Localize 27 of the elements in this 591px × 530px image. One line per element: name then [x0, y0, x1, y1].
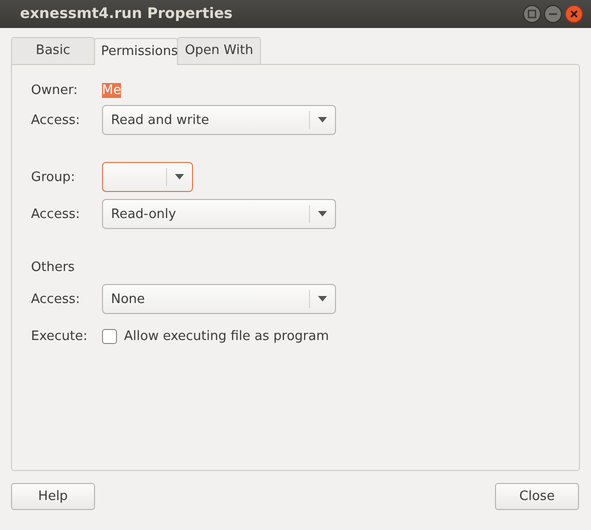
tab[interactable]: Basic [11, 37, 95, 64]
field-label: Access: [31, 206, 80, 222]
caret-icon [318, 117, 327, 123]
close-icon[interactable] [565, 5, 583, 23]
window-title: exnessmt4.run Properties [20, 6, 234, 22]
field-label: Access: [31, 292, 80, 306]
caret-icon [318, 211, 327, 217]
checkbox-label[interactable]: Allow executing file as program [124, 329, 329, 344]
tab[interactable]: Permissions [94, 38, 178, 65]
field-label: Access: [31, 112, 80, 128]
caret-icon [175, 174, 184, 180]
dropdown[interactable]: None [102, 284, 336, 314]
caret-icon [318, 296, 327, 302]
field-label: Group: [31, 170, 75, 184]
minimize-icon[interactable] [544, 5, 562, 23]
section-label: Others [31, 260, 75, 275]
close-button[interactable]: Close [495, 483, 579, 510]
field-label: Owner: [31, 83, 78, 98]
field-label: Execute: [31, 329, 88, 344]
checkbox[interactable] [102, 329, 117, 344]
dropdown[interactable]: Read-only [102, 199, 336, 229]
help-button[interactable]: Help [11, 483, 95, 510]
dropdown[interactable] [102, 162, 193, 192]
tab[interactable]: Open With [177, 37, 261, 64]
maximize-icon[interactable] [523, 5, 541, 23]
owner-value: Me [102, 83, 122, 98]
dropdown[interactable]: Read and write [102, 105, 336, 135]
